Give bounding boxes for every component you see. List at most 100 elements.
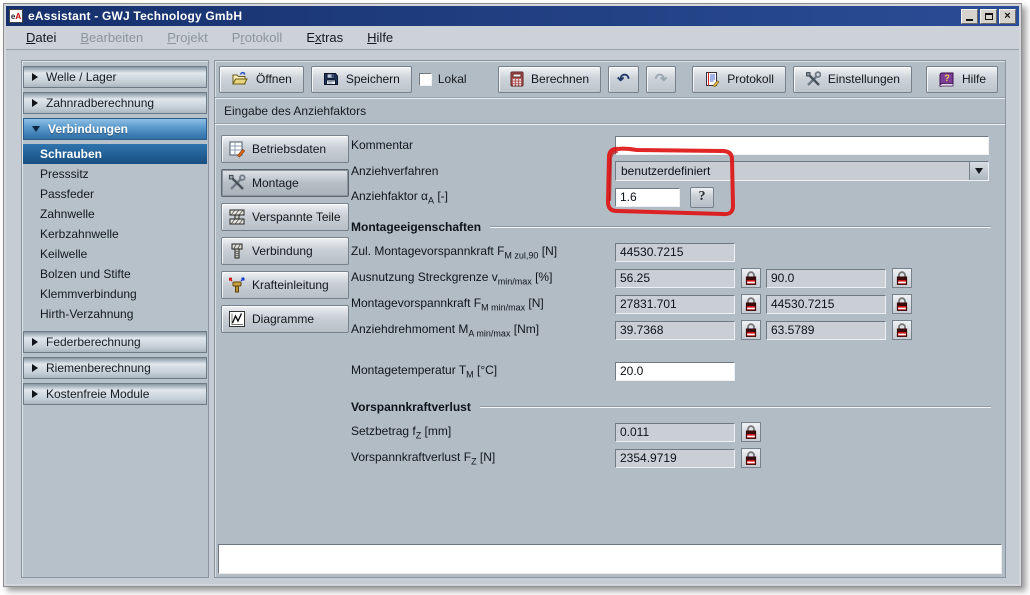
sidebar-verbindungen-items: Schrauben Presssitz Passfeder Zahnwelle … <box>23 144 207 324</box>
sidebar-item-klemmverbindung[interactable]: Klemmverbindung <box>23 284 207 304</box>
clamped-parts-icon <box>228 208 246 226</box>
menu-hilfe[interactable]: Hilfe <box>367 30 393 45</box>
save-button[interactable]: Speichern <box>311 66 412 93</box>
krafteinleitung-button[interactable]: Krafteinleitung <box>221 271 349 299</box>
montagevorspannkraft-label: Montagevorspannkraft FM min/max [N] <box>351 296 615 312</box>
menu-projekt: Projekt <box>167 30 207 45</box>
window-title: eAssistant - GWJ Technology GmbH <box>28 9 242 23</box>
sidebar-group-federberechnung[interactable]: Federberechnung <box>23 331 207 353</box>
setzbetrag-lock-button[interactable] <box>741 422 761 442</box>
sidebar-item-hirth-verzahnung[interactable]: Hirth-Verzahnung <box>23 304 207 324</box>
undo-button[interactable]: ↶ <box>608 66 639 93</box>
sidebar-item-zahnwelle[interactable]: Zahnwelle <box>23 204 207 224</box>
lock-icon <box>895 296 909 312</box>
open-folder-icon <box>231 71 249 87</box>
close-button[interactable]: × <box>999 9 1016 24</box>
section-divider <box>480 406 991 408</box>
vorspannkraftverlust-lock-button[interactable] <box>741 448 761 468</box>
sidebar: Welle / Lager Zahnradberechnung Verbindu… <box>21 60 209 578</box>
lock-icon <box>744 322 758 338</box>
sidebar-group-zahnradberechnung[interactable]: Zahnradberechnung <box>23 92 207 114</box>
undo-icon: ↶ <box>617 72 630 87</box>
ausnutzung-min-field <box>615 269 735 288</box>
montagevorspannkraft-min-lock-button[interactable] <box>741 294 761 314</box>
montagevorspannkraft-max-lock-button[interactable] <box>892 294 912 314</box>
help-button[interactable]: ? Hilfe <box>926 66 998 93</box>
titlebar: eA eAssistant - GWJ Technology GmbH × <box>6 6 1019 26</box>
ausnutzung-max-field <box>766 269 886 288</box>
diagramme-button[interactable]: Diagramme <box>221 305 349 333</box>
sidebar-item-schrauben[interactable]: Schrauben <box>23 144 207 164</box>
screenshot-root: eA eAssistant - GWJ Technology GmbH × Da… <box>0 0 1030 595</box>
verbindung-button[interactable]: Verbindung <box>221 237 349 265</box>
close-icon: × <box>1004 11 1010 22</box>
menu-extras[interactable]: Extras <box>306 30 343 45</box>
ausnutzung-min-lock-button[interactable] <box>741 268 761 288</box>
expanded-arrow-icon <box>32 126 40 132</box>
protocol-button[interactable]: Protokoll <box>692 66 786 93</box>
local-checkbox-group: Lokal <box>419 72 467 86</box>
menu-datei[interactable]: Datei <box>26 30 56 45</box>
form-area: Kommentar Anziehverfahren benutzerdefini… <box>351 135 1005 544</box>
maximize-button[interactable] <box>980 9 997 24</box>
local-checkbox[interactable] <box>419 73 432 86</box>
anziehverfahren-dropdown[interactable]: benutzerdefiniert <box>615 161 989 181</box>
sidebar-group-welle-lager[interactable]: Welle / Lager <box>23 66 207 88</box>
save-floppy-icon <box>323 71 339 87</box>
anziehfaktor-label: Anziehfaktor αA [-] <box>351 189 615 205</box>
sidebar-item-kerbzahnwelle[interactable]: Kerbzahnwelle <box>23 224 207 244</box>
ausnutzung-streckgrenze-label: Ausnutzung Streckgrenze vmin/max [%] <box>351 270 615 286</box>
montagetemperatur-input[interactable] <box>615 362 735 381</box>
lock-icon <box>744 424 758 440</box>
diagram-icon <box>228 310 246 328</box>
settings-button[interactable]: Einstellungen <box>793 66 912 93</box>
anziehverfahren-value: benutzerdefiniert <box>616 164 969 178</box>
sidebar-group-verbindungen[interactable]: Verbindungen <box>23 118 207 140</box>
svg-text:?: ? <box>944 73 950 83</box>
collapsed-arrow-icon <box>32 390 38 398</box>
redo-icon: ↷ <box>655 72 668 87</box>
sidebar-item-keilwelle[interactable]: Keilwelle <box>23 244 207 264</box>
collapsed-arrow-icon <box>32 364 38 372</box>
anziehdrehmoment-max-lock-button[interactable] <box>892 320 912 340</box>
anziehdrehmoment-min-field <box>615 321 735 340</box>
sidebar-item-bolzen-und-stifte[interactable]: Bolzen und Stifte <box>23 264 207 284</box>
lock-icon <box>744 296 758 312</box>
kommentar-input[interactable] <box>615 136 989 155</box>
calculate-button[interactable]: Berechnen <box>498 66 601 93</box>
anziehfaktor-help-button[interactable]: ? <box>690 187 714 208</box>
section-divider <box>490 226 991 228</box>
minimize-button[interactable] <box>961 9 978 24</box>
anziehdrehmoment-max-field <box>766 321 886 340</box>
toolbar: Öffnen Speichern Lokal Berechnen <box>215 61 1005 98</box>
minimize-icon <box>966 19 973 21</box>
tools-icon <box>805 71 821 87</box>
lock-icon <box>744 450 758 466</box>
lock-icon <box>744 270 758 286</box>
zul-montagevorspannkraft-field <box>615 243 735 262</box>
menu-protokoll: Protokoll <box>232 30 283 45</box>
lock-icon <box>895 270 909 286</box>
open-button[interactable]: Öffnen <box>219 66 304 93</box>
question-mark-icon: ? <box>699 189 706 205</box>
assembly-tools-icon <box>228 174 246 192</box>
collapsed-arrow-icon <box>32 99 38 107</box>
sidebar-item-presssitz[interactable]: Presssitz <box>23 164 207 184</box>
app-icon: eA <box>9 9 23 23</box>
ausnutzung-max-lock-button[interactable] <box>892 268 912 288</box>
dropdown-button[interactable] <box>969 162 988 180</box>
betriebsdaten-button[interactable]: Betriebsdaten <box>221 135 349 163</box>
sidebar-group-kostenfreie-module[interactable]: Kostenfreie Module <box>23 383 207 405</box>
verspannte-teile-button[interactable]: Verspannte Teile <box>221 203 349 231</box>
help-book-icon: ? <box>938 72 955 87</box>
anziehfaktor-input[interactable] <box>615 188 680 207</box>
vorspannkraftverlust-label: Vorspannkraftverlust FZ [N] <box>351 450 615 466</box>
vorspannkraftverlust-field <box>615 449 735 468</box>
montage-section-header: Montageeigenschaften <box>351 220 1005 234</box>
sidebar-group-riemenberechnung[interactable]: Riemenberechnung <box>23 357 207 379</box>
anziehdrehmoment-min-lock-button[interactable] <box>741 320 761 340</box>
montage-button[interactable]: Montage <box>221 169 349 197</box>
menubar: Datei Bearbeiten Projekt Protokoll Extra… <box>6 26 1019 50</box>
lock-icon <box>895 322 909 338</box>
sidebar-item-passfeder[interactable]: Passfeder <box>23 184 207 204</box>
